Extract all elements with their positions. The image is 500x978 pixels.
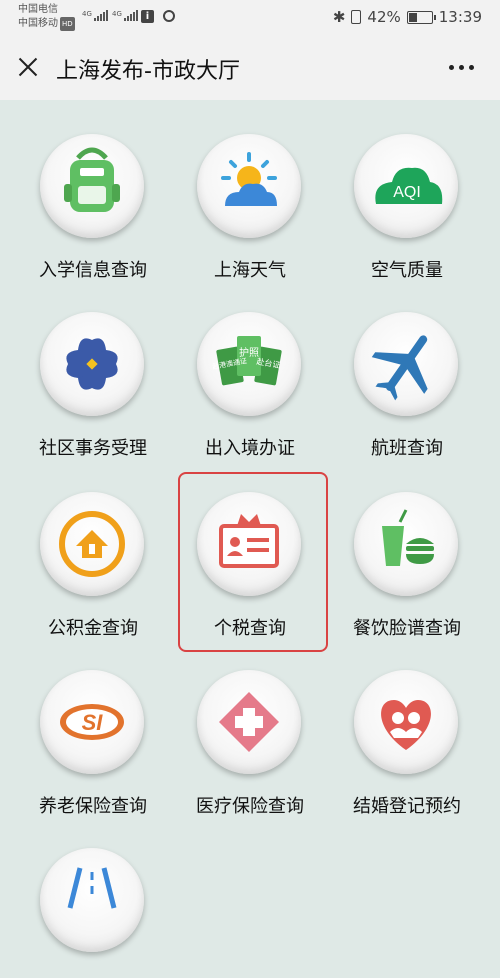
tax-card-icon bbox=[219, 514, 279, 568]
service-circle: 赴港澳通证 护照 赴台证 bbox=[197, 312, 301, 416]
passport-cards-icon: 赴港澳通证 护照 赴台证 bbox=[212, 336, 282, 386]
service-community-affairs[interactable]: 社区事务受理 bbox=[18, 282, 168, 459]
community-icon bbox=[66, 338, 118, 390]
weather-icon bbox=[221, 152, 277, 206]
service-circle bbox=[354, 312, 458, 416]
si-logo-icon: SI bbox=[60, 704, 124, 740]
service-label: 公积金查询 bbox=[48, 618, 138, 639]
service-label: 个税查询 bbox=[214, 618, 286, 639]
battery-icon bbox=[406, 10, 436, 24]
service-circle bbox=[197, 134, 301, 238]
house-fund-icon bbox=[59, 511, 125, 577]
vibrate-icon bbox=[351, 10, 362, 24]
service-pension-insurance[interactable]: SI 养老保险查询 bbox=[18, 640, 168, 817]
service-label: 结婚登记预约 bbox=[353, 796, 461, 817]
service-housing-fund[interactable]: 公积金查询 bbox=[18, 462, 168, 639]
service-circle bbox=[40, 134, 144, 238]
service-label: 空气质量 bbox=[371, 260, 443, 281]
carrier-2: 中国移动 bbox=[18, 18, 58, 29]
si-text: SI bbox=[82, 710, 104, 735]
medical-cross-icon bbox=[219, 692, 279, 752]
service-circle bbox=[354, 670, 458, 774]
wedding-heart-icon bbox=[381, 700, 431, 750]
service-circle: AQI bbox=[354, 134, 458, 238]
service-circle bbox=[40, 848, 144, 952]
more-options-button[interactable] bbox=[449, 65, 474, 70]
page-title: 上海发布-市政大厅 bbox=[56, 59, 240, 84]
service-income-tax[interactable]: 个税查询 bbox=[175, 462, 325, 639]
service-circle: SI bbox=[40, 670, 144, 774]
clock: 13:39 bbox=[438, 8, 482, 26]
battery-percent: 42% bbox=[367, 8, 401, 26]
service-circle bbox=[40, 492, 144, 596]
food-drink-icon bbox=[382, 509, 434, 566]
bluetooth-icon: ✱ bbox=[332, 8, 346, 26]
service-label: 养老保险查询 bbox=[39, 796, 147, 817]
service-label: 上海天气 bbox=[214, 260, 286, 281]
service-label: 医疗保险查询 bbox=[196, 796, 304, 817]
service-circle bbox=[197, 670, 301, 774]
service-label: 入学信息查询 bbox=[39, 260, 147, 281]
service-circle bbox=[197, 492, 301, 596]
signal-1-icon: 4G bbox=[82, 10, 108, 21]
service-flight-query[interactable]: 航班查询 bbox=[332, 282, 482, 459]
service-circle bbox=[354, 492, 458, 596]
service-shanghai-weather[interactable]: 上海天气 bbox=[175, 104, 325, 281]
aqi-text: AQI bbox=[393, 184, 421, 201]
service-label: 餐饮脸谱查询 bbox=[353, 618, 461, 639]
signal-1-label: 4G bbox=[82, 10, 92, 18]
info-icon: i bbox=[141, 10, 154, 23]
status-bar: 中国电信 中国移动 HD 4G 4G i ✱ 42% 13:39 bbox=[0, 0, 500, 34]
service-air-quality[interactable]: AQI 空气质量 bbox=[332, 104, 482, 281]
service-enrollment-query[interactable]: 入学信息查询 bbox=[18, 104, 168, 281]
service-circle bbox=[40, 312, 144, 416]
carrier-info: 中国电信 中国移动 HD bbox=[18, 3, 75, 31]
nav-bar: 上海发布-市政大厅 bbox=[0, 34, 500, 100]
service-marriage-registration[interactable]: 结婚登记预约 bbox=[332, 640, 482, 817]
close-button[interactable] bbox=[16, 55, 40, 79]
backpack-icon bbox=[64, 147, 120, 212]
service-medical-insurance[interactable]: 医疗保险查询 bbox=[175, 640, 325, 817]
sync-icon bbox=[163, 10, 175, 22]
service-partial-road[interactable] bbox=[18, 818, 168, 978]
card-text-mid: 护照 bbox=[239, 346, 259, 359]
service-label: 出入境办证 bbox=[205, 438, 295, 459]
battery-fill bbox=[408, 12, 418, 22]
airplane-icon bbox=[371, 335, 428, 401]
service-label: 社区事务受理 bbox=[39, 438, 147, 459]
carrier-1: 中国电信 bbox=[18, 4, 58, 15]
service-label: 航班查询 bbox=[371, 438, 443, 459]
service-restaurant-rating[interactable]: 餐饮脸谱查询 bbox=[332, 462, 482, 639]
signal-2-icon: 4G bbox=[112, 10, 138, 21]
signal-2-label: 4G bbox=[112, 10, 122, 18]
hd-badge: HD bbox=[60, 17, 75, 31]
service-exit-entry[interactable]: 赴港澳通证 护照 赴台证 出入境办证 bbox=[175, 282, 325, 459]
road-icon bbox=[67, 867, 117, 909]
right-status: ✱ 42% 13:39 bbox=[333, 8, 482, 26]
aqi-cloud-icon: AQI bbox=[375, 167, 443, 204]
